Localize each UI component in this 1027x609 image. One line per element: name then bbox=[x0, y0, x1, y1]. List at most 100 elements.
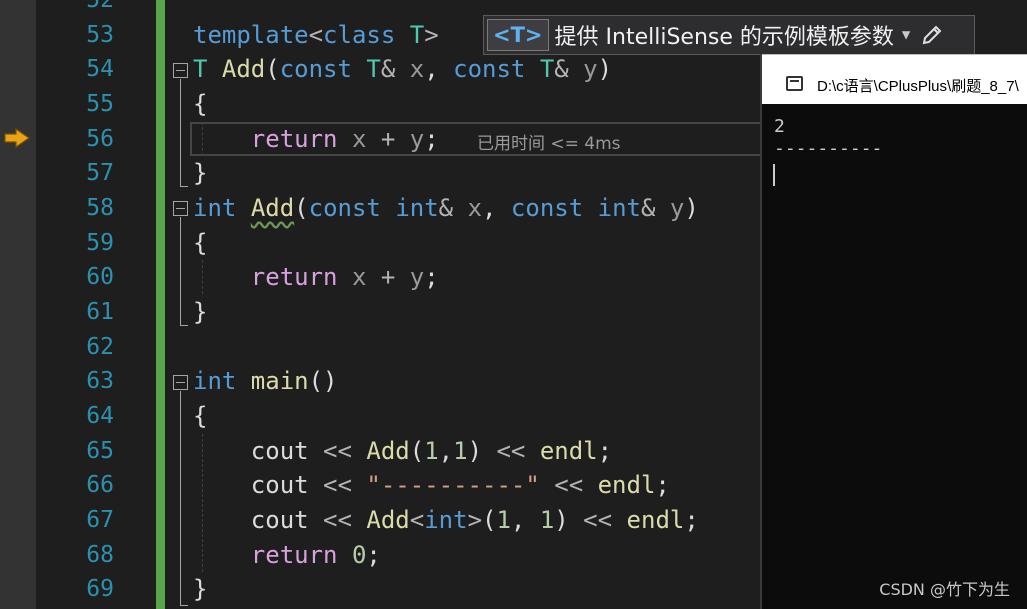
code-line-61[interactable]: } bbox=[193, 295, 207, 330]
token: const bbox=[279, 55, 352, 83]
intellisense-hint: 提供 IntelliSense 的示例模板参数 bbox=[554, 25, 894, 50]
token: template bbox=[193, 21, 309, 49]
token: ; bbox=[597, 437, 613, 465]
code-line-65[interactable]: cout << Add(1,1) << endl; bbox=[193, 434, 612, 469]
token: ) bbox=[467, 437, 483, 465]
code-line-60[interactable]: return x + y; bbox=[193, 260, 439, 295]
token: > bbox=[467, 506, 483, 534]
token: < bbox=[409, 506, 425, 534]
token: { bbox=[193, 229, 208, 257]
perf-tip[interactable]: 已用时间 <= 4ms bbox=[477, 129, 621, 154]
token: } bbox=[193, 575, 208, 603]
token: Add bbox=[250, 194, 295, 222]
token: endl bbox=[525, 437, 598, 465]
code-line-66[interactable]: cout << "----------" << endl; bbox=[193, 468, 670, 503]
token: < bbox=[308, 21, 324, 49]
template-param-chip[interactable]: <T> bbox=[487, 19, 549, 51]
line-number: 66 bbox=[86, 472, 114, 498]
token: main bbox=[236, 367, 309, 395]
line-number: 58 bbox=[86, 195, 114, 221]
token: endl bbox=[612, 506, 685, 534]
token: << bbox=[568, 506, 613, 534]
token: Add bbox=[351, 437, 410, 465]
collapse-toggle-icon[interactable] bbox=[173, 375, 188, 390]
line-number: 65 bbox=[86, 438, 114, 464]
token: ) bbox=[684, 194, 699, 222]
token: , bbox=[438, 437, 454, 465]
token: + bbox=[366, 263, 396, 291]
code-line-57[interactable]: } bbox=[193, 156, 207, 191]
token: , bbox=[424, 55, 439, 83]
code-line-69[interactable]: } bbox=[193, 572, 207, 607]
token: << bbox=[308, 437, 352, 465]
code-line-63[interactable]: int main() bbox=[193, 364, 338, 399]
code-line-67[interactable]: cout << Add<int>(1, 1) << endl; bbox=[193, 503, 699, 538]
glyph-margin[interactable] bbox=[0, 0, 36, 609]
token: ) bbox=[597, 55, 613, 83]
pencil-icon[interactable] bbox=[920, 23, 944, 47]
token: ( bbox=[265, 55, 280, 83]
token: T bbox=[193, 55, 208, 83]
chevron-down-icon[interactable]: ▼ bbox=[902, 27, 910, 43]
token: ; bbox=[366, 541, 381, 569]
token: & bbox=[438, 194, 454, 222]
code-line-68[interactable]: return 0; bbox=[193, 538, 381, 573]
line-number: 57 bbox=[86, 160, 114, 186]
code-line-58[interactable]: int Add(const int& x, const int& y) bbox=[193, 191, 699, 226]
outline-end bbox=[180, 605, 188, 606]
token: const bbox=[496, 194, 584, 222]
current-statement-arrow-icon[interactable] bbox=[4, 128, 30, 148]
token: () bbox=[308, 367, 338, 395]
line-number: 64 bbox=[86, 403, 114, 429]
token: int bbox=[193, 367, 237, 395]
token: return bbox=[250, 541, 338, 569]
token: > bbox=[424, 21, 439, 49]
code-line-56[interactable]: return x + y; bbox=[193, 122, 439, 157]
token: { bbox=[193, 90, 208, 118]
token: const bbox=[438, 55, 526, 83]
token: } bbox=[193, 159, 208, 187]
line-number: 67 bbox=[86, 507, 114, 533]
line-number: 59 bbox=[86, 230, 114, 256]
line-number: 63 bbox=[86, 368, 114, 394]
token: T bbox=[351, 55, 381, 83]
code-line-53[interactable]: template<class T> bbox=[193, 18, 439, 53]
outline-line bbox=[180, 217, 181, 325]
code-line-55[interactable]: { bbox=[193, 87, 207, 122]
token: x bbox=[395, 55, 425, 83]
token: 1 bbox=[496, 506, 511, 534]
console-window[interactable]: D:\c语言\CPlusPlus\刷题_8_7\ 2 ---------- bbox=[760, 54, 1027, 609]
token: "----------" bbox=[351, 471, 540, 499]
line-number: 61 bbox=[86, 299, 114, 325]
token: ( bbox=[294, 194, 309, 222]
line-number: 52 bbox=[86, 0, 114, 13]
token: Add bbox=[207, 55, 266, 83]
code-line-54[interactable]: T Add(const T& x, const T& y) bbox=[193, 52, 612, 87]
collapse-toggle-icon[interactable] bbox=[173, 63, 188, 78]
token: class bbox=[323, 21, 396, 49]
token: 1 bbox=[525, 506, 555, 534]
collapse-toggle-icon[interactable] bbox=[173, 201, 188, 216]
token: ( bbox=[409, 437, 425, 465]
token: x bbox=[337, 125, 367, 153]
token: y bbox=[655, 194, 685, 222]
token: x bbox=[453, 194, 483, 222]
token: & bbox=[640, 194, 656, 222]
token: cout bbox=[250, 471, 309, 499]
line-number: 53 bbox=[86, 22, 114, 48]
token: return bbox=[250, 263, 338, 291]
token: const bbox=[308, 194, 381, 222]
token: y bbox=[395, 263, 425, 291]
token: T bbox=[525, 55, 555, 83]
code-line-64[interactable]: { bbox=[193, 399, 207, 434]
code-line-59[interactable]: { bbox=[193, 226, 207, 261]
token: cout bbox=[250, 506, 309, 534]
token: cout bbox=[250, 437, 309, 465]
token: { bbox=[193, 402, 208, 430]
line-number-gutter: 52 53 54 55 56 57 58 59 60 61 62 63 64 6… bbox=[36, 0, 156, 609]
intellisense-template-bar[interactable]: <T> 提供 IntelliSense 的示例模板参数 ▼ bbox=[483, 15, 975, 55]
console-title-bar[interactable]: D:\c语言\CPlusPlus\刷题_8_7\ bbox=[762, 54, 1027, 104]
token: y bbox=[568, 55, 598, 83]
token: endl bbox=[583, 471, 656, 499]
